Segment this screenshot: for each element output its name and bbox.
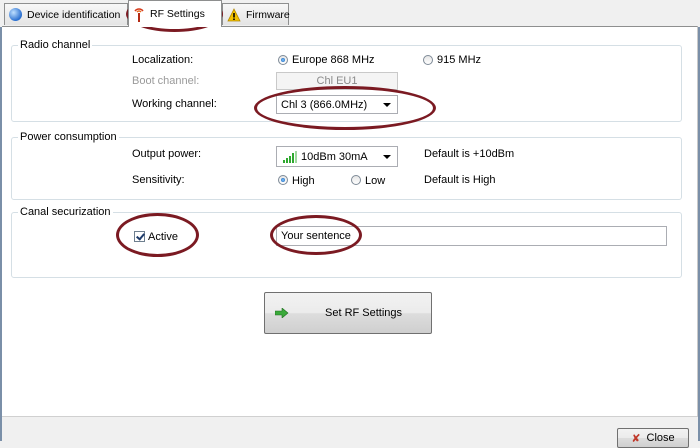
boot-channel-field: Chl EU1 [276,72,398,90]
sentence-value: Your sentence [281,230,351,242]
close-icon: ✘ [631,432,641,445]
group-title: Canal securization [18,206,113,218]
working-channel-label: Working channel: [132,98,217,110]
radio-sensitivity-low[interactable] [351,175,361,185]
working-channel-value: Chl 3 (866.0MHz) [281,98,368,111]
radio-915[interactable] [423,55,433,65]
chevron-down-icon[interactable] [383,102,391,107]
bottom-bar [2,416,697,442]
radio-europe-868[interactable] [278,55,288,65]
signal-bars-icon [283,150,297,163]
tab-label: RF Settings [150,8,205,20]
active-checkbox-label: Active [148,231,178,243]
output-power-default: Default is +10dBm [424,148,515,160]
boot-channel-label: Boot channel: [132,75,200,87]
radio-915-label: 915 MHz [437,54,482,66]
tab-rf-settings[interactable]: RF Settings [128,0,222,27]
tab-strip: Device identification RF Settings Firmwa… [0,0,700,27]
output-power-label: Output power: [132,148,202,160]
group-title: Power consumption [18,131,119,143]
sensitivity-label: Sensitivity: [132,174,185,186]
sensitivity-default: Default is High [424,174,496,186]
globe-icon [9,8,22,21]
close-button-label: Close [646,432,675,444]
working-channel-select[interactable]: Chl 3 (866.0MHz) [276,95,398,114]
group-title: Radio channel [18,39,93,51]
sensitivity-high-label: High [292,175,315,187]
output-power-select[interactable]: 10dBm 30mA [276,146,398,167]
radio-sensitivity-high[interactable] [278,175,288,185]
sensitivity-low-label: Low [365,175,386,187]
tab-label: Firmware [246,8,290,21]
tab-label: Device identification [27,8,121,21]
warning-icon [227,7,241,22]
close-button[interactable]: ✘ Close [617,428,689,448]
sentence-input[interactable]: Your sentence [276,226,667,246]
active-checkbox[interactable] [134,231,145,242]
localization-label: Localization: [132,54,194,66]
tab-device-identification[interactable]: Device identification [4,3,128,25]
output-power-value: 10dBm 30mA [301,150,368,163]
chevron-down-icon[interactable] [383,154,391,159]
set-rf-settings-label: Set RF Settings [325,307,403,319]
rf-antenna-icon [133,6,145,22]
boot-channel-value: Chl EU1 [316,75,358,87]
set-rf-settings-button[interactable]: Set RF Settings [264,292,432,334]
tab-firmware[interactable]: Firmware [222,3,290,25]
arrow-right-icon [275,308,289,318]
radio-europe-label: Europe 868 MHz [292,54,375,66]
